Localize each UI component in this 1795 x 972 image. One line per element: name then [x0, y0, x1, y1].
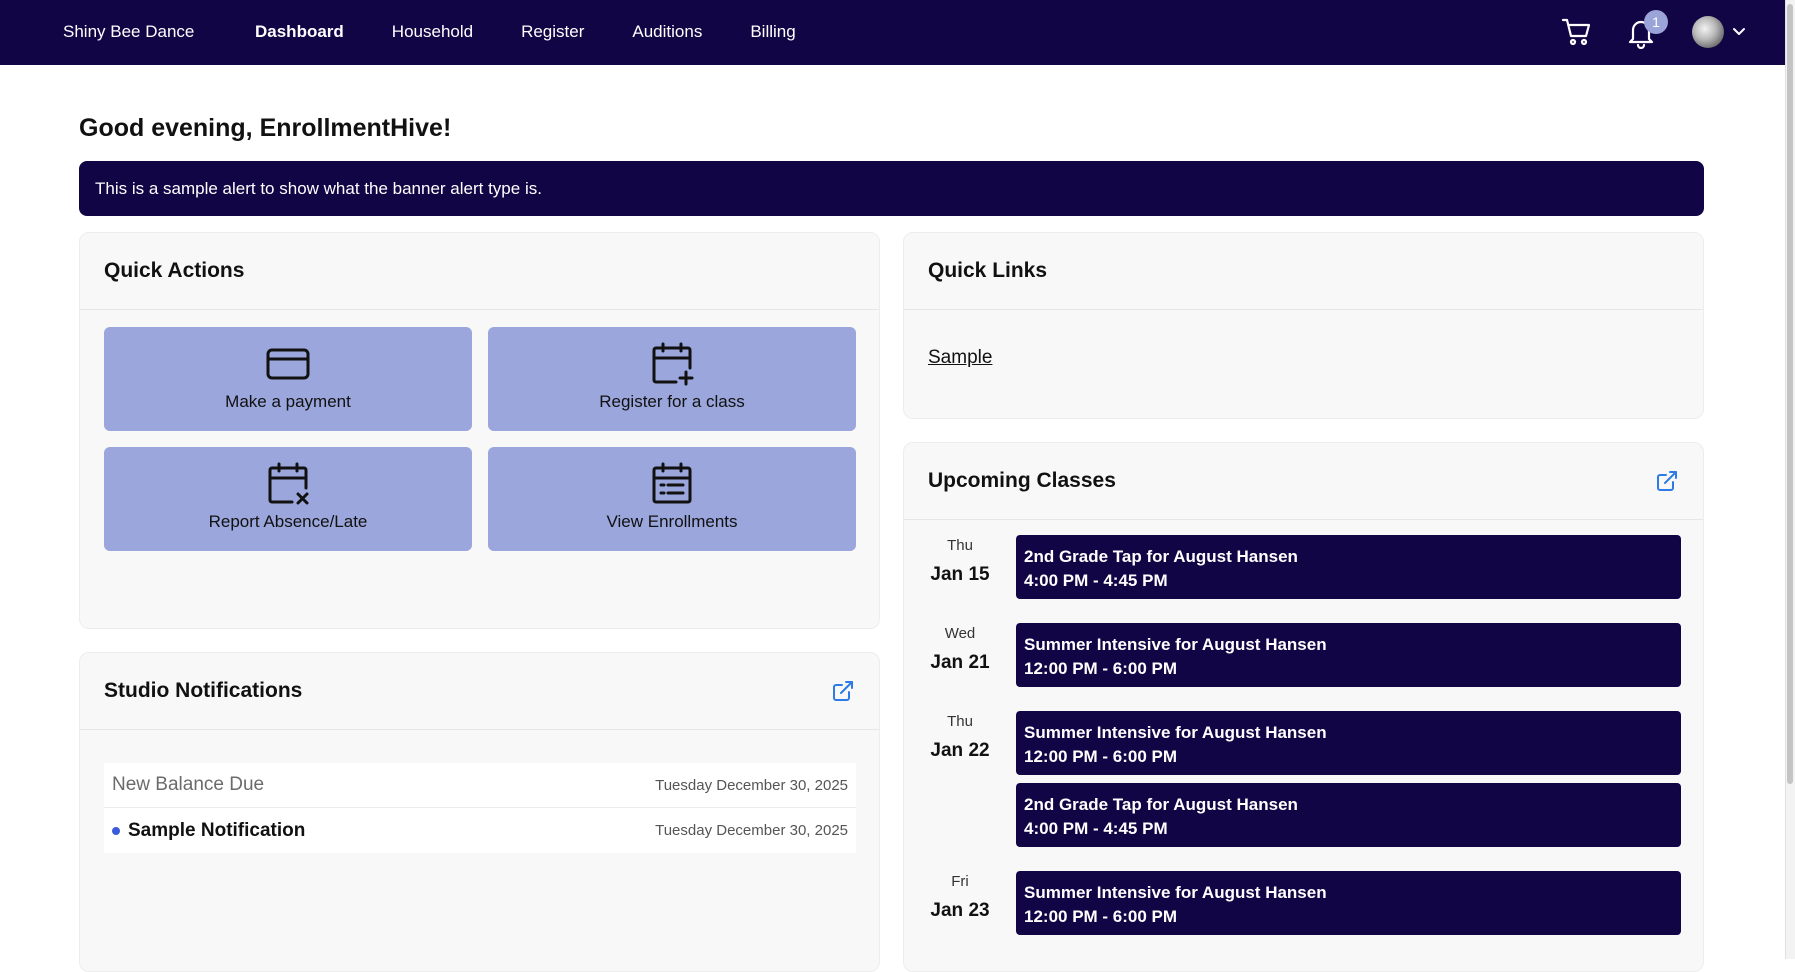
user-avatar[interactable]: [1692, 16, 1724, 48]
class-event-time: 4:00 PM - 4:45 PM: [1024, 571, 1168, 590]
class-month-day: Jan 23: [930, 900, 990, 921]
view-enrollments-label: View Enrollments: [606, 512, 738, 531]
class-month-day: Jan 22: [930, 740, 990, 761]
quick-link-sample[interactable]: Sample: [928, 347, 992, 369]
class-events: Summer Intensive for August Hansen 12:00…: [1016, 711, 1703, 847]
nav-link-register[interactable]: Register: [521, 22, 584, 42]
notification-list: New Balance Due Tuesday December 30, 202…: [104, 763, 856, 853]
class-date: Wed Jan 21: [904, 623, 1016, 687]
external-link-icon[interactable]: [1655, 469, 1679, 493]
scrollbar-thumb[interactable]: [1787, 4, 1793, 784]
upcoming-classes-title: Upcoming Classes: [928, 469, 1116, 492]
cart-icon[interactable]: [1561, 16, 1593, 48]
register-class-button[interactable]: Register for a class: [488, 327, 856, 431]
nav-link-billing[interactable]: Billing: [750, 22, 795, 42]
notification-date: Tuesday December 30, 2025: [655, 776, 848, 794]
studio-notifications-card: Studio Notifications New Balance Due Tue…: [79, 652, 880, 972]
report-absence-button[interactable]: Report Absence/Late: [104, 447, 472, 551]
top-navigation-bar: Shiny Bee Dance Dashboard Household Regi…: [0, 0, 1785, 65]
class-day: Thu Jan 15 2nd Grade Tap for August Hans…: [904, 535, 1703, 599]
class-events: Summer Intensive for August Hansen 12:00…: [1016, 871, 1703, 935]
calendar-list-icon: [652, 462, 692, 504]
class-event[interactable]: 2nd Grade Tap for August Hansen 4:00 PM …: [1016, 783, 1681, 847]
class-day: Wed Jan 21 Summer Intensive for August H…: [904, 623, 1703, 687]
calendar-plus-icon: [652, 342, 694, 386]
nav-link-auditions[interactable]: Auditions: [632, 22, 702, 42]
page-greeting: Good evening, EnrollmentHive!: [79, 114, 452, 142]
class-event-time: 4:00 PM - 4:45 PM: [1024, 819, 1168, 838]
class-event-time: 12:00 PM - 6:00 PM: [1024, 747, 1178, 766]
class-events: 2nd Grade Tap for August Hansen 4:00 PM …: [1016, 535, 1703, 599]
notification-row[interactable]: Sample Notification Tuesday December 30,…: [104, 808, 856, 853]
class-event-name: 2nd Grade Tap for August Hansen: [1024, 795, 1298, 814]
class-month-day: Jan 15: [930, 564, 990, 585]
unread-dot-icon: [112, 826, 120, 835]
studio-notifications-title: Studio Notifications: [104, 679, 303, 702]
class-day: Fri Jan 23 Summer Intensive for August H…: [904, 871, 1703, 935]
upcoming-classes-header: Upcoming Classes: [904, 443, 1703, 520]
register-class-label: Register for a class: [599, 392, 745, 411]
class-day-of-week: Fri: [951, 873, 969, 890]
class-event[interactable]: Summer Intensive for August Hansen 12:00…: [1016, 711, 1681, 775]
class-event-time: 12:00 PM - 6:00 PM: [1024, 659, 1178, 678]
chevron-down-icon[interactable]: [1732, 26, 1746, 36]
notification-title-wrap: Sample Notification: [112, 820, 305, 842]
upcoming-classes-card: Upcoming Classes Thu Jan 15 2nd Grade Ta…: [903, 442, 1704, 972]
quick-actions-title: Quick Actions: [104, 259, 245, 282]
class-day-of-week: Wed: [944, 625, 976, 642]
class-day-of-week: Thu: [947, 537, 973, 554]
credit-card-icon: [266, 348, 310, 380]
class-event-time: 12:00 PM - 6:00 PM: [1024, 907, 1178, 926]
quick-actions-header: Quick Actions: [80, 233, 879, 310]
quick-actions-card: Quick Actions Make a payment Register fo…: [79, 232, 880, 629]
class-date: Fri Jan 23: [904, 871, 1016, 935]
class-event[interactable]: 2nd Grade Tap for August Hansen 4:00 PM …: [1016, 535, 1681, 599]
notification-row[interactable]: New Balance Due Tuesday December 30, 202…: [104, 763, 856, 808]
class-date: Thu Jan 22: [904, 711, 1016, 847]
report-absence-label: Report Absence/Late: [208, 512, 368, 531]
class-event-name: Summer Intensive for August Hansen: [1024, 723, 1327, 742]
banner-alert: This is a sample alert to show what the …: [79, 161, 1704, 216]
class-event[interactable]: Summer Intensive for August Hansen 12:00…: [1016, 871, 1681, 935]
view-enrollments-button[interactable]: View Enrollments: [488, 447, 856, 551]
notification-title: Sample Notification: [128, 819, 306, 841]
class-event-name: Summer Intensive for August Hansen: [1024, 635, 1327, 654]
class-events: Summer Intensive for August Hansen 12:00…: [1016, 623, 1703, 687]
notification-title: New Balance Due: [112, 774, 265, 795]
quick-links-header: Quick Links: [904, 233, 1703, 310]
notification-count-badge: 1: [1644, 10, 1668, 34]
calendar-x-icon: [268, 462, 309, 505]
nav-link-dashboard[interactable]: Dashboard: [255, 22, 344, 42]
class-date: Thu Jan 15: [904, 535, 1016, 599]
class-event-name: Summer Intensive for August Hansen: [1024, 883, 1327, 902]
main-nav: Dashboard Household Register Auditions B…: [255, 22, 796, 42]
make-payment-button[interactable]: Make a payment: [104, 327, 472, 431]
brand-name[interactable]: Shiny Bee Dance: [63, 22, 194, 42]
class-event-name: 2nd Grade Tap for August Hansen: [1024, 547, 1298, 566]
notification-date: Tuesday December 30, 2025: [655, 822, 848, 839]
studio-notifications-header: Studio Notifications: [80, 653, 879, 730]
class-month-day: Jan 21: [930, 652, 990, 673]
nav-link-household[interactable]: Household: [392, 22, 473, 42]
class-day: Thu Jan 22 Summer Intensive for August H…: [904, 711, 1703, 847]
external-link-icon[interactable]: [831, 679, 855, 703]
quick-actions-grid: Make a payment Register for a class Repo…: [104, 327, 856, 551]
class-event[interactable]: Summer Intensive for August Hansen 12:00…: [1016, 623, 1681, 687]
class-day-of-week: Thu: [947, 713, 973, 730]
make-payment-label: Make a payment: [225, 392, 351, 411]
quick-links-card: Quick Links Sample: [903, 232, 1704, 419]
quick-links-title: Quick Links: [928, 259, 1048, 282]
upcoming-classes-list: Thu Jan 15 2nd Grade Tap for August Hans…: [904, 535, 1703, 959]
